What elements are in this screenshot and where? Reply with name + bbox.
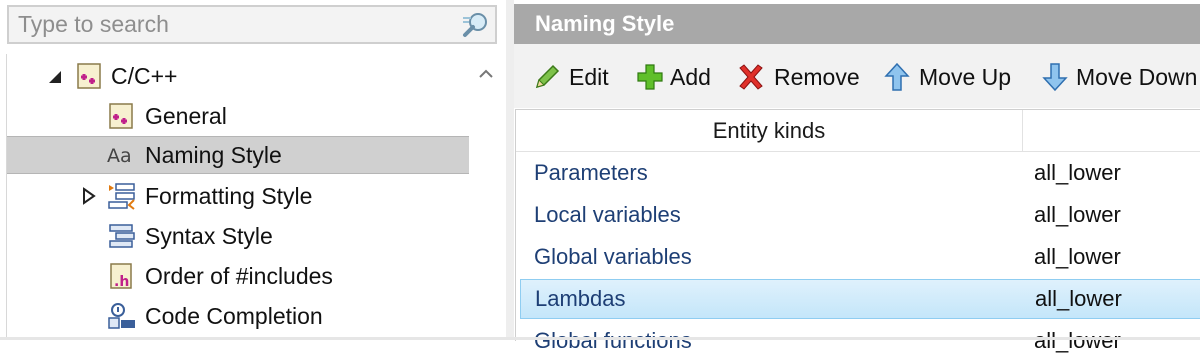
preferences-tree: C/C++ General Aa Naming Style Formatting… — [6, 54, 469, 340]
move-down-button[interactable]: Move Down — [1042, 58, 1200, 96]
plus-icon — [637, 64, 663, 90]
naming-style-page: Naming Style Edit Add Remove Move Up Mov… — [514, 0, 1200, 353]
move-down-label: Move Down — [1076, 64, 1198, 90]
naming-style-table: Entity kinds Parameters all_lower Local … — [515, 109, 1200, 353]
formatting-style-icon — [108, 183, 135, 210]
search-box[interactable] — [7, 5, 497, 44]
cpp-general-icon — [109, 103, 133, 129]
preferences-tree-pane: C/C++ General Aa Naming Style — [0, 0, 506, 340]
include-order-icon: .h — [110, 263, 132, 290]
search-input[interactable] — [9, 7, 449, 42]
toolbar: Edit Add Remove Move Up Move Down — [514, 44, 1200, 108]
code-completion-icon — [108, 303, 135, 329]
tree-item-label: Syntax Style — [145, 223, 273, 249]
cpp-category-icon — [77, 63, 101, 89]
add-button[interactable]: Add — [635, 58, 725, 96]
tree-item-formatting-style[interactable]: Formatting Style — [7, 177, 469, 215]
tree-item-label: Naming Style — [145, 142, 282, 168]
column-header-style[interactable] — [1023, 110, 1200, 152]
arrow-down-icon — [1042, 63, 1068, 92]
table-row-selected[interactable]: Lambdas all_lower — [520, 279, 1200, 319]
style-cell: all_lower — [1034, 244, 1121, 269]
tree-item-label: General — [145, 103, 227, 129]
tree-item-syntax-style[interactable]: Syntax Style — [7, 217, 469, 255]
column-header-entity-kinds[interactable]: Entity kinds — [516, 110, 1023, 152]
search-icon[interactable] — [461, 10, 491, 40]
tree-item-label: Code Completion — [145, 303, 323, 329]
remove-button[interactable]: Remove — [736, 58, 871, 96]
entity-kind-cell: Lambdas — [535, 286, 626, 311]
style-cell: all_lower — [1035, 286, 1122, 311]
svg-text:.h: .h — [114, 274, 129, 290]
style-cell: all_lower — [1034, 202, 1121, 227]
add-label: Add — [670, 64, 711, 90]
edit-button[interactable]: Edit — [532, 58, 632, 96]
scroll-up-icon[interactable] — [474, 62, 498, 86]
tree-item-naming-style[interactable]: Aa Naming Style — [7, 136, 469, 174]
entity-kind-cell: Global variables — [534, 244, 692, 269]
tree-item-label: Order of #includes — [145, 263, 333, 289]
table-row[interactable]: Global functions all_lower — [516, 321, 1200, 361]
expand-arrow-icon[interactable] — [79, 177, 99, 215]
page-title: Naming Style — [514, 4, 1200, 44]
table-row[interactable]: Global variables all_lower — [516, 237, 1200, 277]
table-row[interactable]: Parameters all_lower — [516, 153, 1200, 193]
remove-icon — [739, 64, 763, 90]
entity-kind-cell: Global functions — [534, 328, 692, 353]
naming-style-icon: Aa — [107, 145, 132, 167]
arrow-up-icon — [884, 62, 910, 91]
pane-splitter[interactable] — [506, 0, 514, 340]
remove-label: Remove — [774, 64, 860, 90]
syntax-style-icon — [109, 224, 135, 248]
entity-kind-cell: Local variables — [534, 202, 681, 227]
move-up-button[interactable]: Move Up — [884, 58, 1019, 96]
tree-item-include-order[interactable]: .h Order of #includes — [7, 257, 469, 295]
entity-kind-cell: Parameters — [534, 160, 648, 185]
style-cell: all_lower — [1034, 160, 1121, 185]
tree-item-cpp[interactable]: C/C++ — [7, 57, 469, 95]
edit-label: Edit — [569, 64, 609, 90]
tree-item-code-completion[interactable]: Code Completion — [7, 297, 469, 335]
table-row[interactable]: Local variables all_lower — [516, 195, 1200, 235]
tree-item-general[interactable]: General — [7, 97, 469, 135]
tree-item-label: C/C++ — [111, 63, 178, 89]
pencil-icon — [535, 64, 560, 89]
svg-text:Aa: Aa — [107, 145, 132, 167]
tree-item-label: Formatting Style — [145, 183, 313, 209]
move-up-label: Move Up — [919, 64, 1012, 90]
style-cell: all_lower — [1034, 328, 1121, 353]
collapse-arrow-icon[interactable] — [45, 57, 65, 95]
